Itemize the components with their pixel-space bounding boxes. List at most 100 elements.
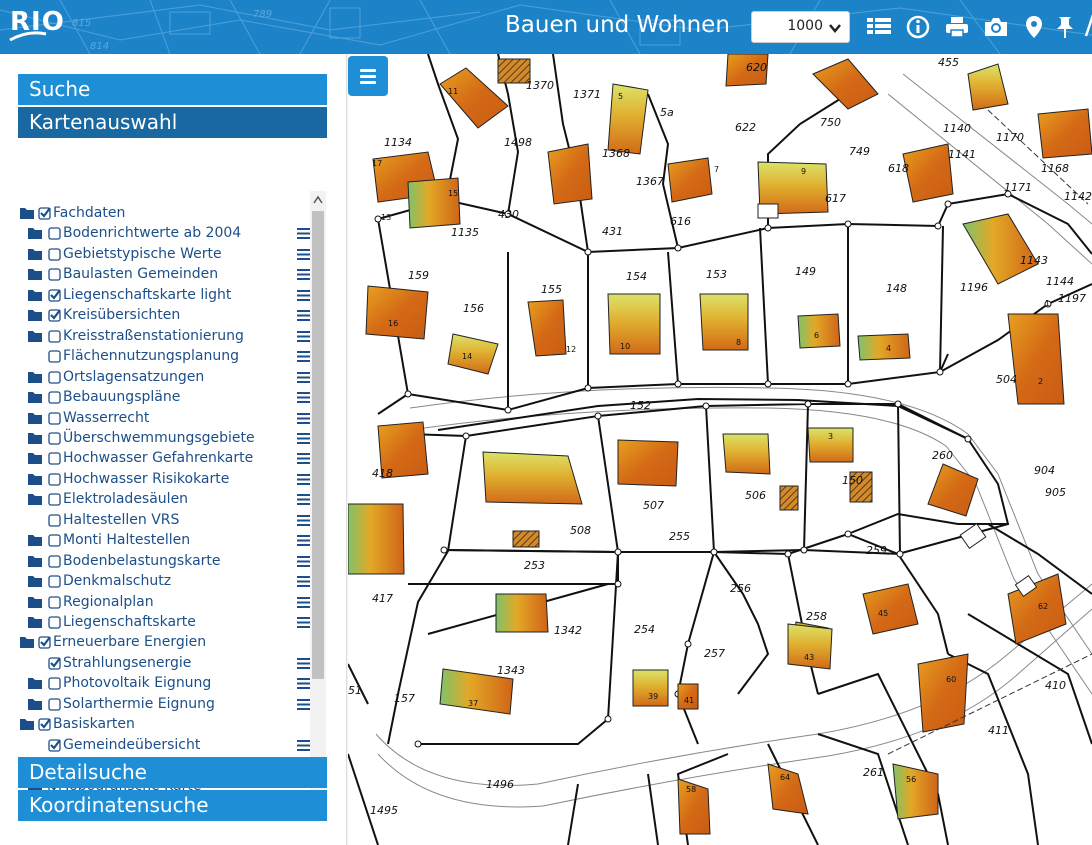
folder-icon[interactable] — [28, 555, 44, 568]
layer-row[interactable]: Bebauungspläne — [18, 388, 318, 408]
layer-label[interactable]: Überschwemmungsgebiete — [63, 430, 255, 446]
layer-row[interactable]: Flächennutzungsplanung — [18, 347, 318, 367]
folder-icon[interactable] — [28, 493, 44, 506]
checkbox-icon[interactable] — [48, 616, 62, 630]
cadastral-map[interactable]: 13701371620 4551134 1498622 75013685a136774… — [348, 54, 1092, 845]
layer-label[interactable]: Flächennutzungsplanung — [63, 348, 239, 364]
layer-row[interactable]: Solarthermie Eignung — [18, 695, 318, 715]
camera-icon[interactable] — [983, 14, 1009, 40]
checkbox-checked-icon[interactable] — [38, 636, 52, 650]
location-pin-icon[interactable] — [1021, 14, 1047, 40]
layer-row[interactable]: Wasserrecht — [18, 409, 318, 429]
accordion-detailsuche[interactable]: Detailsuche — [18, 757, 327, 788]
layer-options-icon[interactable] — [297, 657, 311, 670]
folder-icon[interactable] — [20, 718, 36, 731]
folder-icon[interactable] — [28, 596, 44, 609]
checkbox-icon[interactable] — [48, 595, 62, 610]
folder-icon[interactable] — [28, 616, 44, 629]
layer-row[interactable]: Erneuerbare Energien — [18, 633, 318, 653]
layer-row[interactable]: Kreisübersichten — [18, 306, 318, 326]
checkbox-icon[interactable] — [48, 514, 62, 528]
layer-options-icon[interactable] — [297, 248, 311, 261]
scale-select[interactable]: 1000 — [751, 11, 850, 43]
layer-options-icon[interactable] — [297, 350, 311, 363]
checkbox-checked-icon[interactable] — [38, 718, 52, 732]
layer-row[interactable]: Baulasten Gemeinden — [18, 265, 318, 285]
table-icon[interactable] — [866, 14, 892, 40]
layer-options-icon[interactable] — [297, 677, 311, 690]
checkbox-checked-icon[interactable] — [48, 309, 62, 323]
layer-label[interactable]: Erneuerbare Energien — [53, 634, 206, 650]
layer-options-icon[interactable] — [297, 330, 311, 343]
checkbox-icon[interactable] — [48, 432, 62, 446]
checkbox-icon[interactable] — [48, 350, 62, 364]
info-icon[interactable] — [905, 14, 931, 40]
accordion-koordinatensuche[interactable]: Koordinatensuche — [18, 790, 327, 821]
layer-row[interactable]: Haltestellen VRS — [18, 511, 318, 531]
layer-options-icon[interactable] — [297, 616, 311, 629]
checkbox-icon[interactable] — [48, 391, 62, 405]
pushpin-icon[interactable] — [1052, 14, 1078, 40]
layer-row[interactable]: Strahlungsenergie — [18, 654, 318, 674]
layer-row[interactable]: Denkmalschutz — [18, 572, 318, 592]
folder-icon[interactable] — [28, 412, 44, 425]
folder-icon[interactable] — [28, 534, 44, 547]
layer-label[interactable]: Denkmalschutz — [63, 573, 171, 589]
layer-label[interactable]: Photovoltaik Eignung — [63, 675, 211, 691]
checkbox-icon[interactable] — [48, 698, 62, 712]
layer-options-icon[interactable] — [297, 473, 311, 486]
layer-row[interactable]: Basiskarten — [18, 715, 318, 735]
layer-options-icon[interactable] — [297, 452, 311, 465]
folder-icon[interactable] — [28, 432, 44, 445]
layer-label[interactable]: Bodenbelastungskarte — [63, 553, 221, 569]
layer-label[interactable]: Regionalplan — [63, 594, 154, 610]
map-menu-button[interactable] — [348, 56, 388, 96]
checkbox-icon[interactable] — [48, 554, 62, 569]
layer-label[interactable]: Ortslagensatzungen — [63, 369, 204, 385]
layer-label[interactable]: Wasserrecht — [63, 410, 149, 426]
layer-options-icon[interactable] — [297, 493, 311, 506]
layer-label[interactable]: Haltestellen VRS — [63, 512, 179, 528]
layer-options-icon[interactable] — [297, 371, 311, 384]
layer-row[interactable]: Hochwasser Gefahrenkarte — [18, 449, 318, 469]
folder-icon[interactable] — [28, 309, 44, 322]
layer-options-icon[interactable] — [297, 575, 311, 588]
folder-icon[interactable] — [28, 698, 44, 711]
layer-label[interactable]: Baulasten Gemeinden — [63, 266, 218, 282]
checkbox-icon[interactable] — [48, 268, 62, 282]
checkbox-icon[interactable] — [48, 473, 62, 487]
folder-icon[interactable] — [28, 371, 44, 384]
folder-icon[interactable] — [28, 391, 44, 404]
layer-options-icon[interactable] — [297, 698, 311, 711]
layer-options-icon[interactable] — [297, 309, 311, 322]
layer-label[interactable]: Fachdaten — [53, 205, 125, 221]
layer-row[interactable]: Elektroladesäulen — [18, 490, 318, 510]
layer-options-icon[interactable] — [297, 227, 311, 240]
checkbox-icon[interactable] — [48, 493, 62, 507]
layer-label[interactable]: Elektroladesäulen — [63, 491, 188, 507]
checkbox-checked-icon[interactable] — [48, 739, 62, 753]
layer-label[interactable]: Strahlungsenergie — [63, 655, 191, 671]
folder-icon[interactable] — [28, 452, 44, 465]
layer-label[interactable]: Liegenschaftskarte — [63, 614, 196, 630]
accordion-kartenauswahl[interactable]: Kartenauswahl — [18, 107, 327, 138]
layer-options-icon[interactable] — [297, 268, 311, 281]
layer-row[interactable]: Bodenrichtwerte ab 2004 — [18, 224, 318, 244]
layer-row[interactable]: Hochwasser Risikokarte — [18, 470, 318, 490]
layer-label[interactable]: Kreisübersichten — [63, 307, 180, 323]
folder-icon[interactable] — [20, 207, 36, 220]
layer-label[interactable]: Hochwasser Gefahrenkarte — [63, 450, 253, 466]
layer-options-icon[interactable] — [297, 555, 311, 568]
folder-icon[interactable] — [28, 330, 44, 343]
layer-row[interactable]: Kreisstraßenstationierung — [18, 327, 318, 347]
layer-row[interactable]: Regionalplan — [18, 593, 318, 613]
layer-options-icon[interactable] — [297, 596, 311, 609]
ruler-icon[interactable] — [1084, 14, 1092, 40]
folder-icon[interactable] — [28, 473, 44, 486]
checkbox-icon[interactable] — [48, 248, 62, 262]
checkbox-checked-icon[interactable] — [48, 289, 62, 303]
layer-label[interactable]: Gebietstypische Werte — [63, 246, 222, 262]
layer-row[interactable]: Bodenbelastungskarte — [18, 552, 318, 572]
folder-icon[interactable] — [28, 248, 44, 261]
layer-tree-scrollbar[interactable] — [310, 191, 326, 811]
